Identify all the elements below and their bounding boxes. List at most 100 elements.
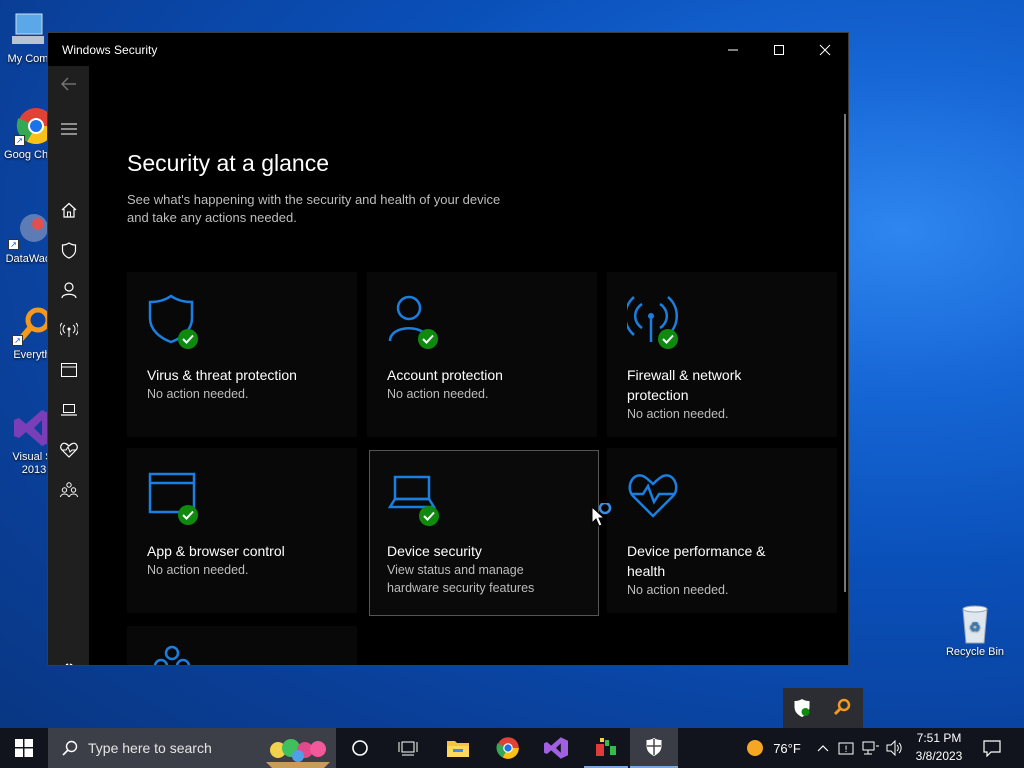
sidebar-item-app-browser[interactable] [48,352,89,388]
chevron-up-icon [817,745,829,752]
tile-status: No action needed. [387,387,489,401]
sidebar-item-account[interactable] [48,272,89,308]
shield-icon [61,241,76,259]
tile-status: No action needed. [627,407,729,421]
sidebar-item-home[interactable] [48,192,89,228]
taskbar-search-box[interactable]: Type here to search [48,728,336,768]
tile-virus-threat-protection[interactable]: Virus & threat protection No action need… [127,272,357,437]
minimize-button[interactable] [710,33,756,66]
title-bar[interactable]: Windows Security [48,33,848,66]
tile-app-browser-control[interactable]: App & browser control No action needed. [127,448,357,613]
tile-device-performance-health[interactable]: Device performance & health No action ne… [607,448,837,613]
search-placeholder: Type here to search [88,740,212,756]
file-explorer-icon [447,741,469,757]
close-button[interactable] [802,33,848,66]
window-title: Windows Security [62,43,158,57]
volume-button[interactable] [884,728,906,768]
back-button[interactable] [48,66,89,102]
tile-title: Virus & threat protection [147,367,297,383]
shortcut-arrow-icon: ↗ [14,135,25,146]
tile-account-protection[interactable]: Account protection No action needed. [367,272,597,437]
gear-icon [64,663,73,665]
hamburger-menu-icon [60,123,77,135]
show-hidden-icons-button[interactable] [814,728,832,768]
main-content: Security at a glance See what's happenin… [89,66,848,665]
windows-logo-icon [15,739,33,757]
taskbar-windows-security[interactable] [630,728,678,768]
search-icon [62,740,78,756]
check-badge-icon [418,329,438,349]
sidebar-item-device-health[interactable] [48,432,89,468]
notification-icon [983,740,1001,757]
tray-windows-security-icon[interactable] [793,698,813,718]
browser-window-icon [60,363,77,377]
check-badge-icon [419,506,439,526]
start-button[interactable] [0,728,48,768]
shield-icon [794,699,810,717]
sidebar-item-virus-threat[interactable] [48,232,89,268]
tray-overflow-flyout [783,688,863,728]
everything-search-icon: ↗ [12,306,52,346]
network-icon [862,741,879,755]
minimize-icon [728,49,738,50]
action-center-button[interactable] [976,728,1008,768]
tile-title: App & browser control [147,543,285,559]
clock-date: 3/8/2023 [915,749,963,763]
shortcut-arrow-icon: ↗ [12,335,23,346]
taskbar-visual-studio[interactable] [536,728,576,768]
network-button[interactable] [860,728,882,768]
sidebar-item-family[interactable] [48,472,89,508]
desktop-icon-label: Recycle Bin [945,646,1005,658]
alert-icon: ! [838,742,854,755]
recycle-bin-icon: ♻ [955,603,995,644]
sidebar-item-firewall[interactable] [48,312,89,348]
mouse-cursor-icon [591,503,612,527]
svg-text:!: ! [844,745,848,755]
heart-pulse-icon [59,442,78,458]
taskbar-chrome[interactable] [488,728,528,768]
sidebar-item-device-security[interactable] [48,392,89,428]
page-title: Security at a glance [127,150,330,176]
shortcut-arrow-icon: ↗ [8,239,19,250]
weather-widget[interactable]: 76°F [738,728,808,768]
taskbar-file-explorer[interactable] [438,728,478,768]
taskbar-cortana-button[interactable] [340,728,380,768]
tray-security-icon[interactable]: ! [836,728,856,768]
tile-title: Device performance & health [627,543,766,579]
tile-title: Firewall & network protection [627,367,742,403]
tile-title: Account protection [387,367,503,383]
scrollbar[interactable] [844,114,846,592]
tray-everything-icon[interactable] [833,698,853,718]
tile-status: No action needed. [147,563,249,577]
computer-icon [8,10,48,50]
desktop-icon-recycle-bin[interactable]: ♻ Recycle Bin [943,603,1007,659]
tile-firewall-network-protection[interactable]: Firewall & network protection No action … [607,272,837,437]
menu-button[interactable] [48,111,89,147]
tile-title: Device security [387,543,482,559]
tile-status: No action needed. [147,387,249,401]
antenna-icon [59,322,78,337]
clock[interactable]: 7:51 PM 3/8/2023 [908,731,970,763]
check-badge-icon [178,505,198,525]
tile-family-options[interactable] [127,626,357,665]
close-icon [819,44,831,55]
tile-status: No action needed. [627,583,729,597]
family-icon [59,482,78,498]
tile-device-security[interactable]: Device security View status and manage h… [369,450,599,616]
windows-security-window: Windows Security Security at a glance Se… [47,32,849,666]
maximize-button[interactable] [756,33,802,66]
sidebar-item-settings[interactable] [48,652,89,665]
taskbar-task-view-button[interactable] [388,728,428,768]
check-badge-icon [178,329,198,349]
windows-security-icon [646,738,662,756]
speaker-icon [886,740,902,756]
tile-status: View status and manage hardware security… [387,563,535,595]
sun-icon [747,740,764,756]
back-arrow-icon [60,77,76,91]
taskbar-app[interactable] [584,728,628,768]
cortana-icon [352,740,368,756]
maximize-icon [774,44,784,55]
weather-temperature: 76°F [773,740,801,756]
clock-time: 7:51 PM [916,731,962,745]
datawac-icon: ↗ [8,210,48,250]
